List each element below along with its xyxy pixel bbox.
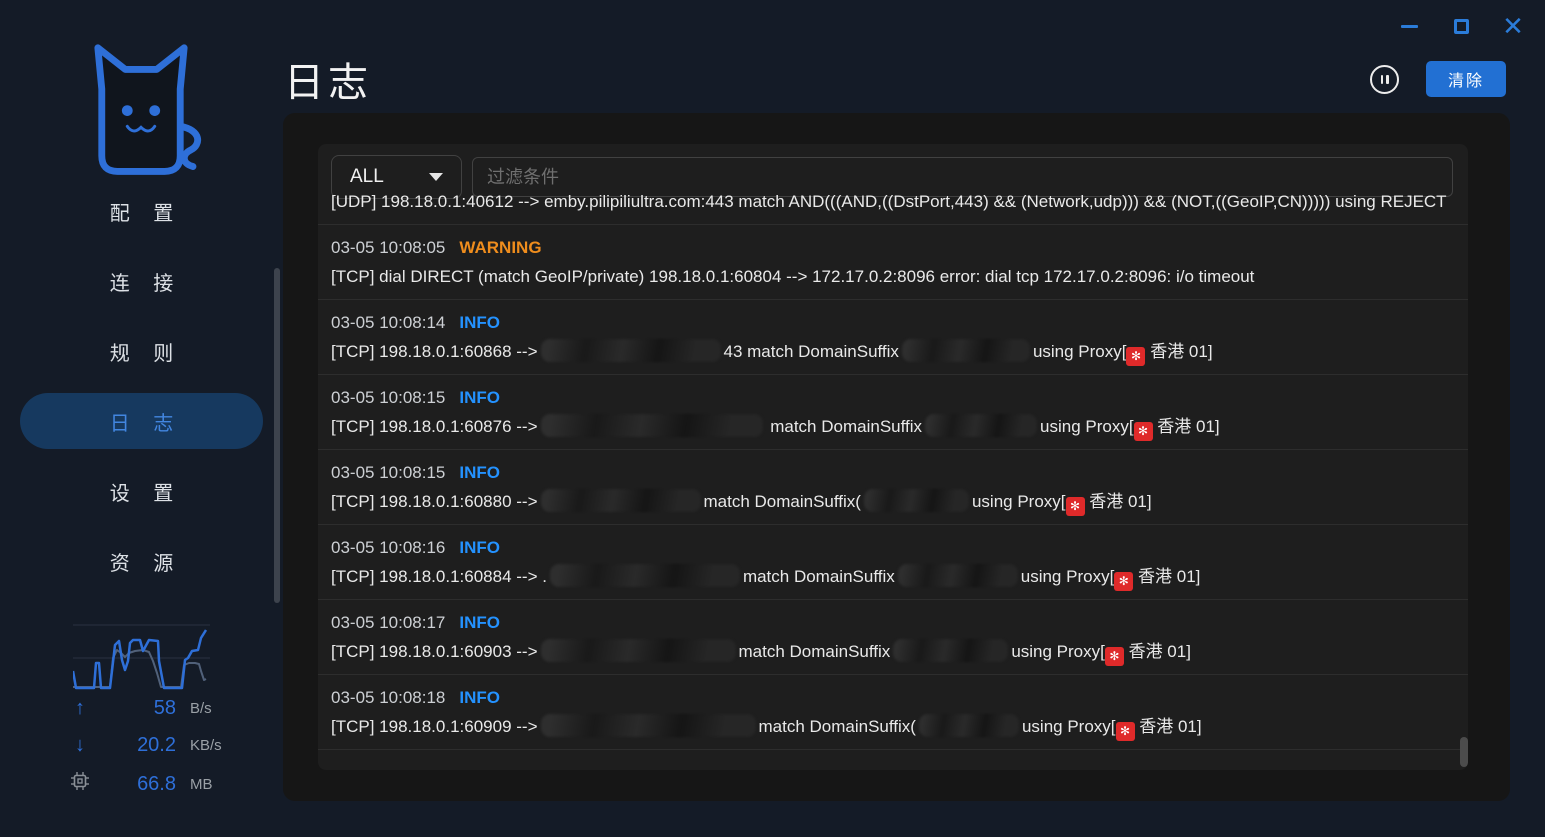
log-entry: 03-05 10:08:17 INFO[TCP] 198.18.0.1:60903… — [318, 600, 1468, 675]
log-level-selected: ALL — [350, 166, 429, 188]
log-timestamp: 03-05 10:08:17 — [331, 608, 445, 637]
log-level-badge: INFO — [459, 683, 500, 712]
log-entry: 03-05 10:08:15 INFO[TCP] 198.18.0.1:60876… — [318, 375, 1468, 450]
window-controls: ✕ — [1397, 12, 1525, 40]
memory-value: 66.8 — [106, 773, 176, 796]
upload-value: 58 — [106, 697, 176, 720]
log-timestamp: 03-05 10:08:05 — [331, 233, 445, 262]
sidebar-item[interactable]: 设 置 — [0, 456, 283, 526]
log-message: [TCP] dial DIRECT (match GeoIP/private) … — [331, 262, 1455, 291]
log-entry: 03-05 10:08:18 INFO[TCP] 198.18.0.1:60909… — [318, 675, 1468, 750]
hongkong-flag-icon: ✻ — [1114, 572, 1133, 591]
redacted-text — [541, 414, 763, 437]
traffic-stats: ↑ 58 B/s ↓ 20.2 KB/s 66.8 MB — [66, 697, 243, 797]
sidebar-item[interactable]: 日 志 — [20, 393, 263, 449]
log-entry: 03-05 10:08:05 WARNING[TCP] dial DIRECT (… — [318, 225, 1468, 300]
minimize-button[interactable] — [1397, 14, 1421, 38]
log-level-badge: INFO — [459, 608, 500, 637]
redacted-text — [541, 639, 736, 662]
download-arrow-icon: ↓ — [66, 734, 94, 757]
sidebar-item[interactable]: 规 则 — [0, 316, 283, 386]
redacted-text — [893, 639, 1008, 662]
close-icon: ✕ — [1502, 14, 1524, 38]
log-container: ALL [UDP] 198.18.0.1:40612 --> emby.pili… — [318, 144, 1468, 770]
minimize-icon — [1401, 25, 1418, 28]
redacted-text — [925, 414, 1037, 437]
log-entry: [UDP] 198.18.0.1:40612 --> emby.pilipili… — [318, 187, 1468, 225]
log-level-badge: INFO — [459, 383, 500, 412]
log-message: [UDP] 198.18.0.1:40612 --> emby.pilipili… — [331, 187, 1455, 216]
redacted-text — [550, 564, 740, 587]
pause-button[interactable] — [1370, 65, 1399, 94]
log-message: [TCP] 198.18.0.1:60876 --> match DomainS… — [331, 412, 1455, 441]
hongkong-flag-icon: ✻ — [1066, 497, 1085, 516]
log-timestamp: 03-05 10:08:15 — [331, 383, 445, 412]
maximize-icon — [1454, 19, 1469, 34]
upload-unit: B/s — [188, 700, 243, 717]
log-list: [UDP] 198.18.0.1:40612 --> emby.pilipili… — [318, 187, 1468, 750]
redacted-text — [541, 714, 756, 737]
log-timestamp: 03-05 10:08:14 — [331, 308, 445, 337]
log-message: [TCP] 198.18.0.1:60880 -->match DomainSu… — [331, 487, 1455, 516]
memory-unit: MB — [188, 776, 243, 793]
log-message: [TCP] 198.18.0.1:60868 -->43 match Domai… — [331, 337, 1455, 366]
log-level-badge: INFO — [459, 308, 500, 337]
log-scrollbar-thumb[interactable] — [1460, 737, 1468, 767]
sidebar-item[interactable]: 配 置 — [0, 176, 283, 246]
sidebar-scrollbar[interactable] — [274, 268, 280, 603]
redacted-text — [541, 339, 721, 362]
log-entry: 03-05 10:08:14 INFO[TCP] 198.18.0.1:60868… — [318, 300, 1468, 375]
redacted-text — [898, 564, 1018, 587]
log-level-badge: INFO — [459, 458, 500, 487]
log-timestamp: 03-05 10:08:18 — [331, 683, 445, 712]
clear-logs-button[interactable]: 清除 — [1426, 61, 1506, 97]
log-level-badge: INFO — [459, 533, 500, 562]
memory-chip-icon — [66, 771, 94, 797]
log-level-badge: WARNING — [459, 233, 541, 262]
redacted-text — [902, 339, 1030, 362]
sidebar-item[interactable]: 连 接 — [0, 246, 283, 316]
close-button[interactable]: ✕ — [1501, 14, 1525, 38]
log-entry: 03-05 10:08:16 INFO[TCP] 198.18.0.1:60884… — [318, 525, 1468, 600]
sidebar-item[interactable]: 资 源 — [0, 526, 283, 596]
redacted-text — [541, 489, 701, 512]
log-timestamp: 03-05 10:08:16 — [331, 533, 445, 562]
hongkong-flag-icon: ✻ — [1134, 422, 1153, 441]
traffic-sparkline — [73, 623, 210, 690]
log-message: [TCP] 198.18.0.1:60903 -->match DomainSu… — [331, 637, 1455, 666]
sidebar-nav: 配 置连 接规 则日 志设 置资 源 — [0, 176, 283, 596]
log-message: [TCP] 198.18.0.1:60909 -->match DomainSu… — [331, 712, 1455, 741]
log-message: [TCP] 198.18.0.1:60884 --> .match Domain… — [331, 562, 1455, 591]
upload-arrow-icon: ↑ — [66, 697, 94, 720]
hongkong-flag-icon: ✻ — [1126, 347, 1145, 366]
hongkong-flag-icon: ✻ — [1105, 647, 1124, 666]
redacted-text — [919, 714, 1019, 737]
clash-cat-logo — [68, 40, 214, 192]
chevron-down-icon — [429, 173, 443, 181]
sidebar: 配 置连 接规 则日 志设 置资 源 ↑ 58 B/s ↓ 20.2 KB/s … — [0, 0, 283, 837]
log-timestamp: 03-05 10:08:15 — [331, 458, 445, 487]
pause-icon — [1381, 75, 1384, 84]
maximize-button[interactable] — [1449, 14, 1473, 38]
hongkong-flag-icon: ✻ — [1116, 722, 1135, 741]
redacted-text — [864, 489, 969, 512]
download-unit: KB/s — [188, 737, 243, 754]
page-title: 日志 — [284, 50, 372, 108]
download-value: 20.2 — [106, 734, 176, 757]
log-panel: ALL [UDP] 198.18.0.1:40612 --> emby.pili… — [283, 113, 1510, 801]
log-entry: 03-05 10:08:15 INFO[TCP] 198.18.0.1:60880… — [318, 450, 1468, 525]
